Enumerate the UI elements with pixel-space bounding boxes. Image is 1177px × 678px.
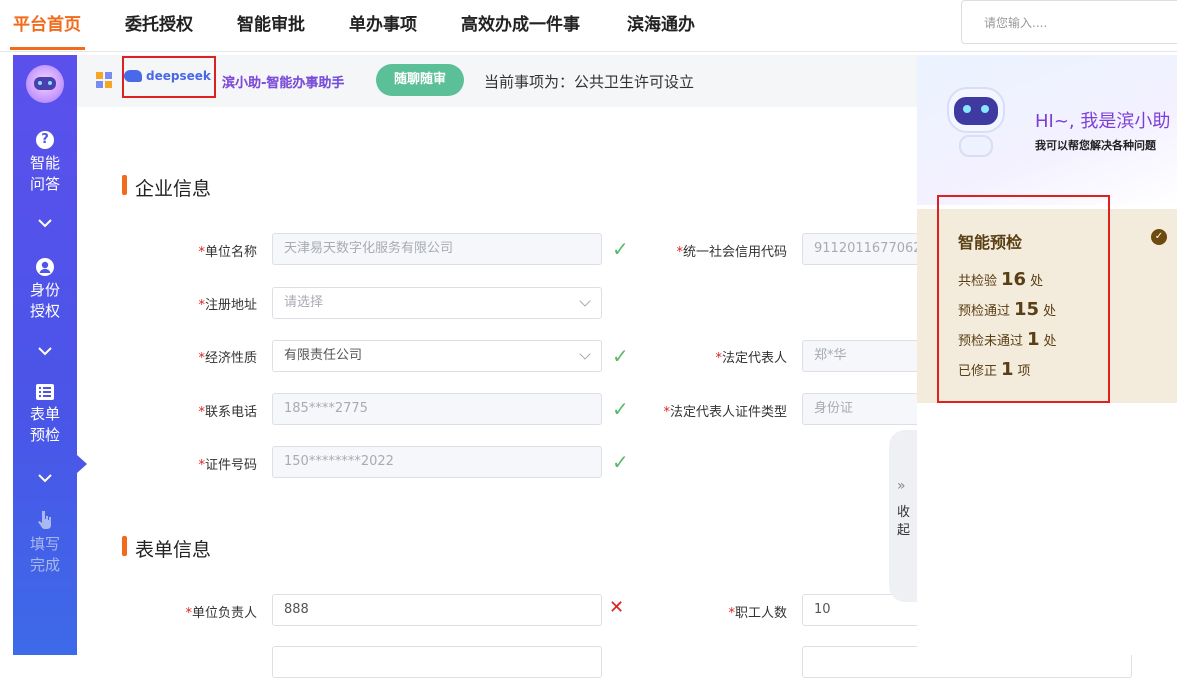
field-label-id-type: *法定代表人证件类型 — [663, 405, 787, 420]
sidebar-item-smart-qa[interactable]: ? 智能 问答 — [13, 131, 77, 195]
nav-single-items[interactable]: 单办事项 — [349, 10, 417, 35]
user-icon — [36, 258, 54, 276]
id-type-field[interactable]: 身份证 — [802, 393, 932, 425]
field-label-unit-name: *单位名称 — [198, 245, 257, 260]
next-row-field[interactable] — [272, 646, 602, 678]
section-marker — [122, 175, 127, 195]
sidebar-item-fill-complete[interactable]: 填写 完成 — [13, 510, 77, 576]
field-label-phone: *联系电话 — [198, 405, 257, 420]
assistant-greeting: HI~, 我是滨小助 — [1035, 111, 1171, 132]
search-input[interactable]: 请您输入.... — [961, 0, 1177, 44]
collapse-label: 收起 — [897, 505, 911, 538]
current-item-text: 当前事项为：公共卫生许可设立 — [484, 73, 695, 91]
chevron-down-icon — [579, 348, 591, 360]
deepseek-logo-frame: deepseek — [122, 56, 216, 98]
legal-rep-field[interactable]: 郑*华 — [802, 340, 932, 372]
field-label-reg-address: *注册地址 — [198, 298, 257, 313]
stat-total: 共检验 16 处 — [958, 269, 1044, 290]
hand-pointer-icon — [36, 510, 54, 530]
chevron-down-icon[interactable] — [13, 345, 77, 359]
chevron-down-icon — [579, 295, 591, 307]
sidebar-label: 表单 预检 — [29, 405, 60, 444]
chevron-down-icon[interactable] — [13, 472, 77, 486]
unit-name-field[interactable]: 天津易天数字化服务有限公司 — [272, 233, 602, 265]
nav-home[interactable]: 平台首页 — [13, 10, 81, 35]
nav-active-underline — [10, 47, 85, 50]
sidebar-label: 智能 问答 — [29, 154, 60, 193]
sidebar-active-pointer — [77, 455, 87, 473]
chevron-down-icon[interactable] — [13, 217, 77, 231]
chat-review-button[interactable]: 随聊随审 — [376, 64, 464, 96]
assistant-panel-lower — [917, 403, 1177, 655]
stat-failed: 预检未通过 1 处 — [958, 329, 1057, 350]
stat-passed: 预检通过 15 处 — [958, 299, 1057, 320]
nav-delegation[interactable]: 委托授权 — [125, 10, 193, 35]
section-title-form: 表单信息 — [135, 539, 212, 561]
app-grid-icon[interactable] — [96, 72, 112, 88]
field-label-id-number: *证件号码 — [198, 458, 257, 473]
check-icon: ✓ — [612, 344, 629, 368]
assistant-avatar-icon[interactable] — [26, 65, 64, 103]
assistant-header: deepseek 滨小助-智能办事助手 随聊随审 当前事项为：公共卫生许可设立 — [77, 55, 917, 107]
stat-fixed: 已修正 1 项 — [958, 359, 1031, 380]
assistant-subtitle: 我可以帮您解决各种问题 — [1035, 139, 1156, 152]
precheck-title: 智能预检 — [958, 233, 1023, 252]
econ-type-select[interactable]: 有限责任公司 — [272, 340, 602, 372]
sidebar: ? 智能 问答 身份 授权 表单 预检 填写 完成 — [13, 55, 77, 655]
reg-address-select[interactable]: 请选择 — [272, 287, 602, 319]
error-x-icon: ✕ — [609, 597, 625, 618]
nav-smart-approval[interactable]: 智能审批 — [237, 10, 305, 35]
list-icon — [36, 384, 54, 400]
sidebar-item-form-precheck[interactable]: 表单 预检 — [13, 384, 77, 446]
top-nav: 平台首页 委托授权 智能审批 单办事项 高效办成一件事 滨海通办 请您输入...… — [0, 0, 1177, 52]
collapse-panel-button[interactable]: » 收起 — [889, 430, 917, 602]
check-icon: ✓ — [612, 450, 629, 474]
deepseek-whale-icon — [124, 70, 142, 82]
field-label-legal-rep: *法定代表人 — [715, 351, 787, 366]
check-icon: ✓ — [612, 237, 629, 261]
id-number-field[interactable]: 150********2022 — [272, 446, 602, 478]
field-label-unit-head: *单位负责人 — [185, 606, 257, 621]
section-title-company: 企业信息 — [135, 178, 212, 200]
field-label-credit-code: *统一社会信用代码 — [676, 245, 787, 260]
assistant-title: 滨小助-智能办事助手 — [222, 72, 344, 91]
search-placeholder: 请您输入.... — [984, 15, 1048, 30]
nav-one-thing[interactable]: 高效办成一件事 — [461, 10, 580, 35]
double-chevron-right-icon: » — [897, 478, 906, 494]
credit-code-field[interactable]: 91120116770626959 — [802, 233, 932, 265]
sidebar-item-identity-auth[interactable]: 身份 授权 — [13, 258, 77, 322]
check-icon: ✓ — [612, 397, 629, 421]
robot-mascot-icon — [941, 83, 1013, 159]
deepseek-logo: deepseek — [146, 69, 211, 83]
check-circle-icon: ✓ — [1151, 229, 1167, 245]
field-label-staff-count: *职工人数 — [728, 606, 787, 621]
sidebar-label: 身份 授权 — [29, 281, 60, 320]
phone-field[interactable]: 185****2775 — [272, 393, 602, 425]
section-marker — [122, 536, 127, 556]
sidebar-label: 填写 完成 — [29, 535, 60, 574]
assistant-greeting-area: HI~, 我是滨小助 我可以帮您解决各种问题 — [917, 55, 1177, 205]
assistant-panel: HI~, 我是滨小助 我可以帮您解决各种问题 智能预检 ✓ 共检验 16 处 预检通… — [917, 55, 1177, 655]
unit-head-field[interactable]: 888 — [272, 594, 602, 626]
nav-binhai-service[interactable]: 滨海通办 — [627, 10, 695, 35]
field-label-econ-type: *经济性质 — [198, 351, 257, 366]
question-icon: ? — [36, 131, 54, 149]
